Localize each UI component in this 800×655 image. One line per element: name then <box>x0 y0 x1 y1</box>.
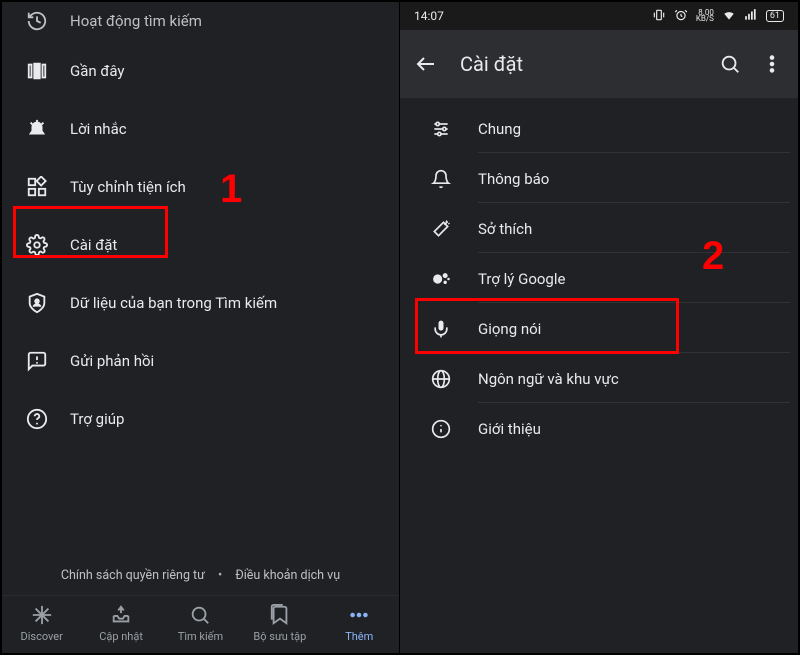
menu-label: Lời nhắc <box>70 120 127 138</box>
settings-item-interests[interactable]: Sở thích <box>400 204 798 254</box>
menu-item-settings[interactable]: Cài đặt <box>2 216 399 274</box>
more-dots-icon <box>348 604 370 626</box>
right-screen: 14:07 8.00 KB/S 61 <box>400 2 798 653</box>
tab-label: Tìm kiếm <box>178 630 223 643</box>
privacy-link[interactable]: Chính sách quyền riêng tư <box>61 568 205 583</box>
settings-item-about[interactable]: Giới thiệu <box>400 404 798 454</box>
settings-label: Thông báo <box>478 170 790 203</box>
status-bar: 14:07 8.00 KB/S 61 <box>400 2 798 30</box>
menu-label: Dữ liệu của bạn trong Tìm kiếm <box>70 294 277 312</box>
search-button[interactable] <box>718 52 742 76</box>
inbox-icon <box>110 604 132 626</box>
signal-icon <box>744 8 758 25</box>
alarm-icon <box>674 8 688 25</box>
carousel-icon <box>26 60 48 82</box>
wifi-icon <box>722 8 736 25</box>
menu-item-reminders[interactable]: Lời nhắc <box>2 100 399 158</box>
page-title: Cài đặt <box>456 52 700 76</box>
settings-item-general[interactable]: Chung <box>400 104 798 154</box>
menu-label: Trợ giúp <box>70 410 124 428</box>
status-speed: 8.00 KB/S <box>696 10 714 23</box>
search-icon <box>189 604 211 626</box>
menu-label: Gần đây <box>70 62 125 80</box>
bottom-tab-bar: Discover Cập nhật Tìm kiếm Bộ sưu tập <box>2 595 399 653</box>
tab-discover[interactable]: Discover <box>3 604 81 643</box>
bell-icon <box>430 168 452 190</box>
left-screen: Hoạt động tìm kiếm Gần đây Lời nhắc Tùy … <box>2 2 400 653</box>
back-button[interactable] <box>414 52 438 76</box>
help-icon <box>26 408 48 430</box>
overflow-menu-button[interactable] <box>760 52 784 76</box>
settings-item-language[interactable]: Ngôn ngữ và khu vực <box>400 354 798 404</box>
tab-label: Bộ sưu tập <box>253 630 306 643</box>
tab-more[interactable]: Thêm <box>320 604 398 643</box>
status-time: 14:07 <box>414 9 444 23</box>
assistant-icon <box>430 268 452 290</box>
menu-label: Cài đặt <box>70 236 117 254</box>
menu-label: Gửi phản hồi <box>70 352 154 370</box>
tune-icon <box>430 118 452 140</box>
menu-item-help[interactable]: Trợ giúp <box>2 390 399 448</box>
footer-links: Chính sách quyền riêng tư • Điều khoản d… <box>2 554 399 595</box>
mic-icon <box>430 318 452 340</box>
settings-item-voice[interactable]: Giọng nói <box>400 304 798 354</box>
menu-item-feedback[interactable]: Gửi phản hồi <box>2 332 399 390</box>
info-icon <box>430 418 452 440</box>
tab-collections[interactable]: Bộ sưu tập <box>241 604 319 643</box>
settings-label: Chung <box>478 120 790 153</box>
reminder-icon <box>26 118 48 140</box>
settings-label: Trợ lý Google <box>478 270 790 303</box>
history-icon <box>26 10 48 32</box>
tab-label: Thêm <box>345 630 373 643</box>
menu-item-recent[interactable]: Gần đây <box>2 42 399 100</box>
vibrate-icon <box>652 8 666 25</box>
app-bar: Cài đặt <box>400 30 798 98</box>
wand-icon <box>430 218 452 240</box>
menu-label: Hoạt động tìm kiếm <box>70 12 202 30</box>
menu-item-search-activity[interactable]: Hoạt động tìm kiếm <box>2 8 399 42</box>
tab-search[interactable]: Tìm kiếm <box>161 604 239 643</box>
feedback-icon <box>26 350 48 372</box>
settings-item-notifications[interactable]: Thông báo <box>400 154 798 204</box>
shield-icon <box>26 292 48 314</box>
widgets-icon <box>26 176 48 198</box>
gear-icon <box>26 234 48 256</box>
settings-item-assistant[interactable]: Trợ lý Google <box>400 254 798 304</box>
menu-item-your-data[interactable]: Dữ liệu của bạn trong Tìm kiếm <box>2 274 399 332</box>
settings-label: Giới thiệu <box>478 420 790 452</box>
settings-label: Ngôn ngữ và khu vực <box>478 370 790 403</box>
more-menu-list: Hoạt động tìm kiếm Gần đây Lời nhắc Tùy … <box>2 2 399 554</box>
tab-label: Cập nhật <box>99 630 143 643</box>
settings-list: Chung Thông báo Sở thích Trợ lý Google <box>400 98 798 653</box>
bookmarks-icon <box>269 604 291 626</box>
terms-link[interactable]: Điều khoản dịch vụ <box>235 568 340 583</box>
menu-label: Tùy chỉnh tiện ích <box>70 178 186 196</box>
battery-icon: 61 <box>766 10 784 22</box>
tab-updates[interactable]: Cập nhật <box>82 604 160 643</box>
settings-label: Giọng nói <box>478 320 790 353</box>
settings-label: Sở thích <box>478 220 790 253</box>
tab-label: Discover <box>21 630 63 643</box>
menu-item-widget[interactable]: Tùy chỉnh tiện ích <box>2 158 399 216</box>
spark-icon <box>31 604 53 626</box>
globe-icon <box>430 368 452 390</box>
